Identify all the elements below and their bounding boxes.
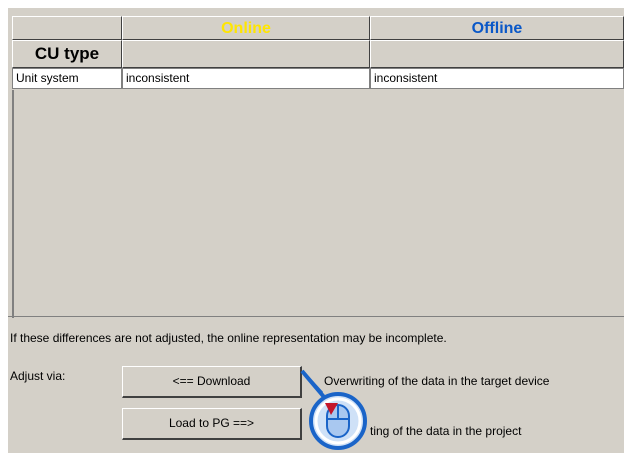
download-button[interactable]: <== Download <box>122 366 302 398</box>
row-name: Unit system <box>12 68 122 89</box>
cu-type-label: CU type <box>12 40 122 68</box>
row-offline-value: inconsistent <box>370 68 624 89</box>
table-empty-area <box>12 90 624 318</box>
load-description: ting of the data in the project <box>370 424 522 438</box>
cu-type-offline <box>370 40 624 68</box>
header-online: Online <box>122 16 370 40</box>
header-offline: Offline <box>370 16 624 40</box>
adjust-label: Adjust via: <box>10 369 66 383</box>
row-online-value: inconsistent <box>122 68 370 89</box>
mouse-click-icon <box>300 369 367 450</box>
difference-message: If these differences are not adjusted, t… <box>10 331 447 345</box>
separator-line <box>8 316 624 317</box>
header-empty <box>12 16 122 40</box>
load-to-pg-button[interactable]: Load to PG ==> <box>122 408 302 440</box>
cu-type-online <box>122 40 370 68</box>
